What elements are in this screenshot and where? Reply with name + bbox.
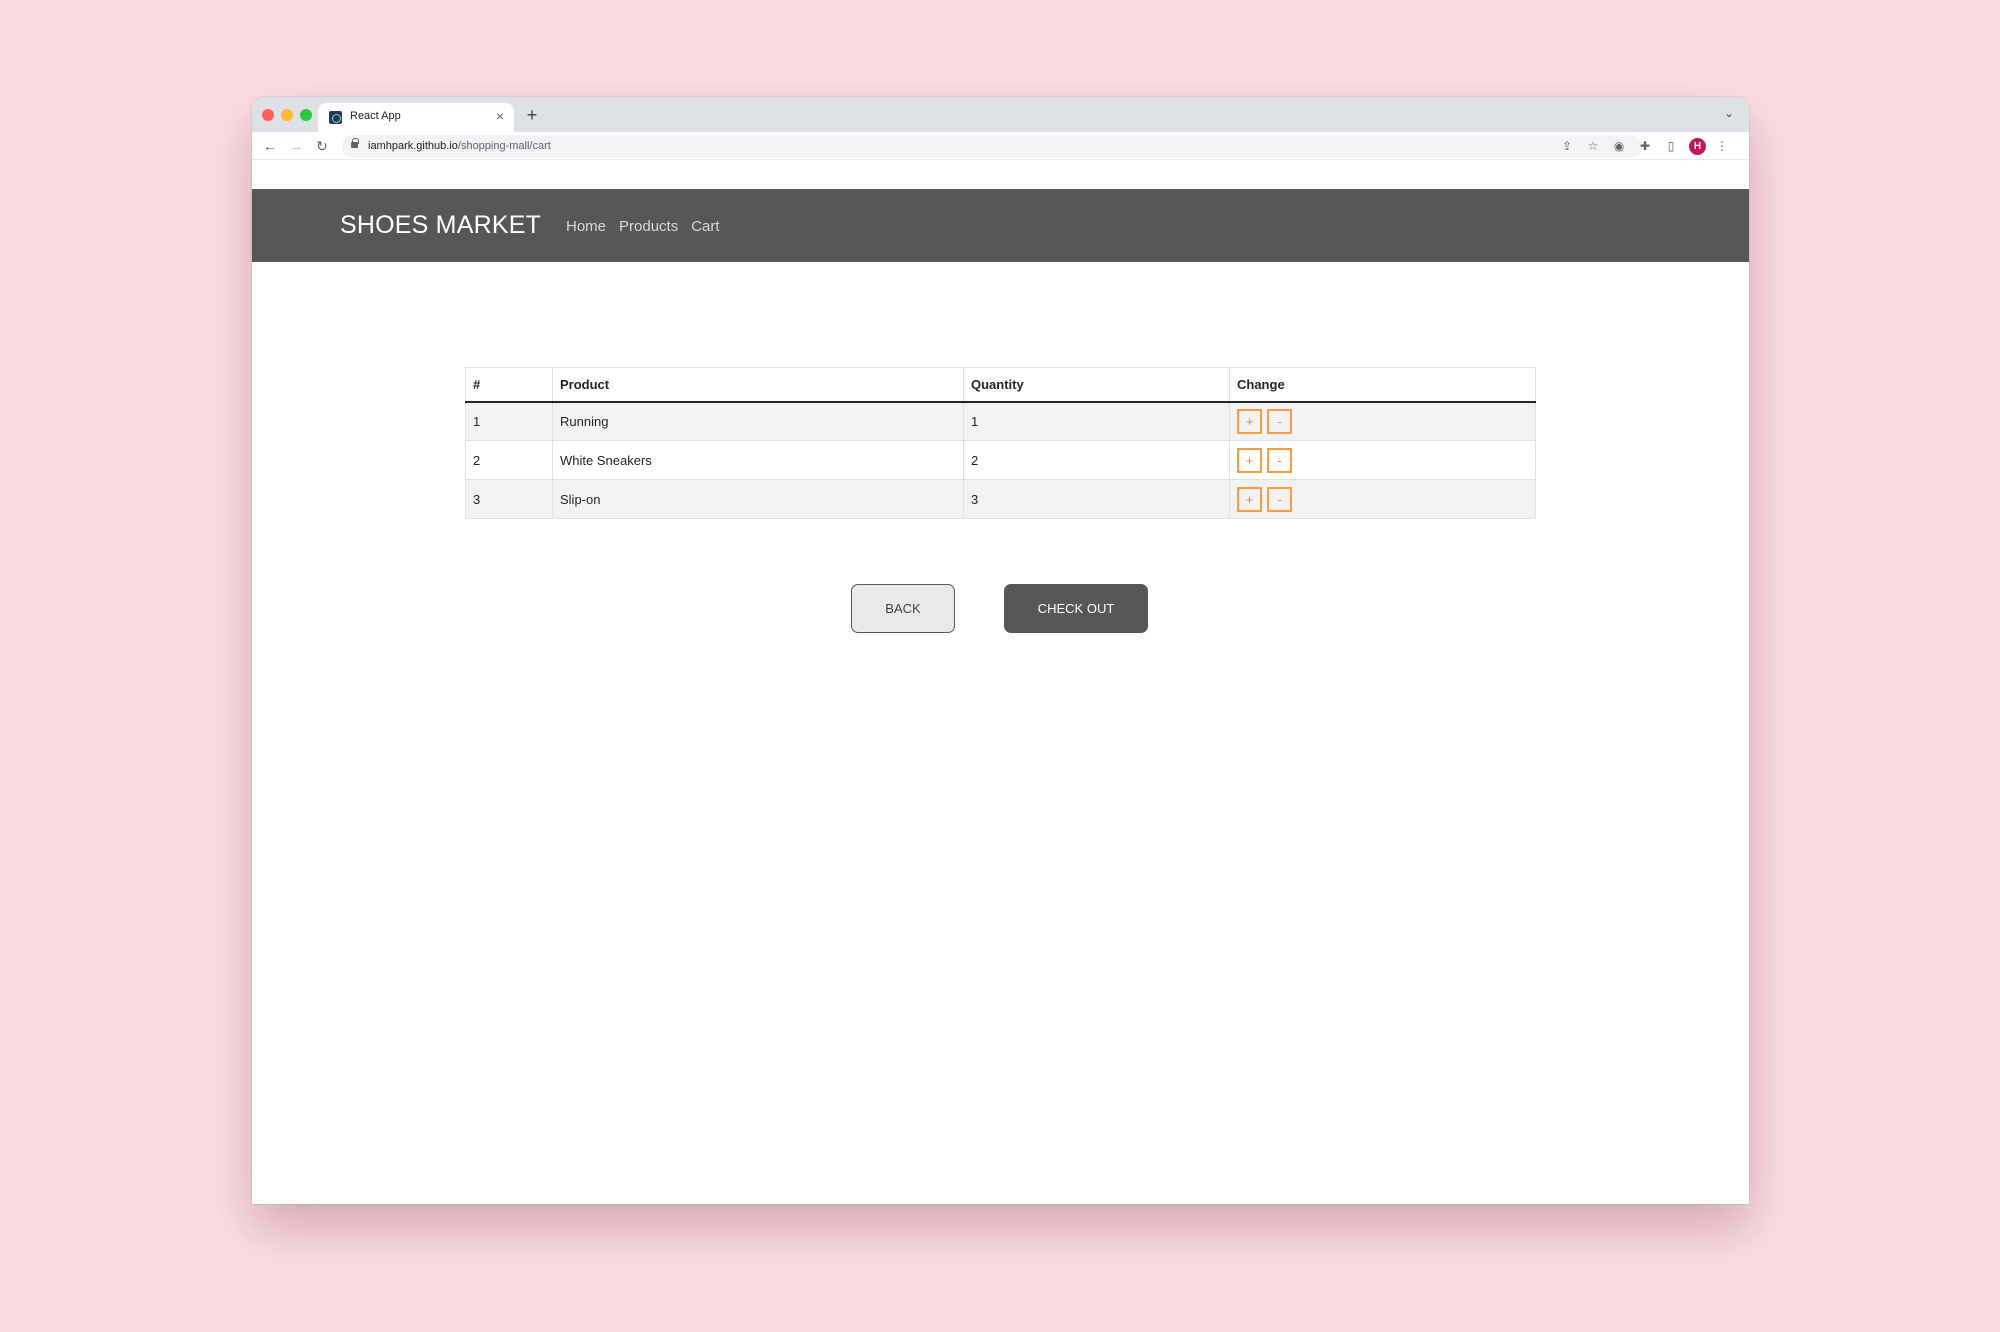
row-product: Running — [552, 401, 964, 441]
url-host: iamhpark.github.io — [368, 140, 458, 152]
extensions-puzzle-icon[interactable]: ✚ — [1636, 137, 1654, 155]
nav-link-home[interactable]: Home — [566, 218, 606, 235]
side-panel-icon[interactable]: ▯ — [1662, 137, 1680, 155]
nav-link-products[interactable]: Products — [619, 218, 678, 235]
back-arrow-icon[interactable]: ← — [260, 136, 280, 156]
react-favicon-icon — [329, 111, 342, 124]
cart-table: # Product Quantity Change 1 Running 1 + -… — [465, 367, 1536, 519]
row-quantity: 2 — [963, 440, 1230, 480]
minimize-window-button[interactable] — [281, 109, 293, 121]
browser-window: React App × + ⌄ ← → ↻ iamhpark.github.io… — [252, 97, 1749, 1204]
browser-menu-icon[interactable]: ⋮ — [1713, 137, 1731, 155]
tab-title: React App — [350, 110, 401, 122]
forward-arrow-icon[interactable]: → — [286, 136, 306, 156]
maximize-window-button[interactable] — [300, 109, 312, 121]
new-tab-icon[interactable]: + — [522, 105, 542, 125]
table-header-row: # Product Quantity Change — [465, 367, 1536, 403]
browser-toolbar: ← → ↻ iamhpark.github.io/shopping-mall/c… — [252, 132, 1749, 160]
row-product: White Sneakers — [552, 440, 964, 480]
bookmark-star-icon[interactable]: ☆ — [1584, 137, 1602, 155]
row-change: + - — [1229, 440, 1536, 480]
tab-react-app[interactable]: React App × — [318, 103, 514, 132]
tab-close-icon[interactable]: × — [492, 108, 508, 124]
nav-links: Home Products Cart — [566, 218, 720, 235]
row-change: + - — [1229, 479, 1536, 519]
checkout-button[interactable]: CHECK OUT — [1004, 584, 1148, 633]
header-product: Product — [552, 367, 964, 403]
row-number: 2 — [465, 440, 553, 480]
url-text[interactable]: iamhpark.github.io/shopping-mall/cart — [368, 140, 551, 152]
increase-quantity-button[interactable]: + — [1237, 408, 1262, 434]
header-number: # — [465, 367, 553, 403]
increase-quantity-button[interactable]: + — [1237, 447, 1262, 473]
share-icon[interactable]: ⇪ — [1558, 137, 1576, 155]
profile-avatar[interactable]: H — [1689, 138, 1706, 155]
lock-icon[interactable] — [351, 138, 359, 148]
row-number: 3 — [465, 479, 553, 519]
tab-search-chevron-icon[interactable]: ⌄ — [1721, 106, 1737, 122]
header-quantity: Quantity — [963, 367, 1230, 403]
nav-link-cart[interactable]: Cart — [691, 218, 719, 235]
extension-icon[interactable]: ◉ — [1610, 137, 1628, 155]
row-quantity: 1 — [963, 401, 1230, 441]
row-number: 1 — [465, 401, 553, 441]
tab-strip: React App × + ⌄ — [252, 97, 1749, 132]
row-change: + - — [1229, 401, 1536, 441]
close-window-button[interactable] — [262, 109, 274, 121]
increase-quantity-button[interactable]: + — [1237, 486, 1262, 512]
url-path: /shopping-mall/cart — [457, 140, 551, 152]
table-row: 1 Running 1 + - — [465, 401, 1536, 441]
address-bar[interactable]: iamhpark.github.io/shopping-mall/cart — [342, 135, 1642, 158]
row-product: Slip-on — [552, 479, 964, 519]
brand-logo[interactable]: SHOES MARKET — [340, 211, 541, 240]
decrease-quantity-button[interactable]: - — [1267, 447, 1292, 473]
table-row: 2 White Sneakers 2 + - — [465, 440, 1536, 480]
decrease-quantity-button[interactable]: - — [1267, 486, 1292, 512]
table-row: 3 Slip-on 3 + - — [465, 479, 1536, 519]
reload-icon[interactable]: ↻ — [312, 136, 332, 156]
site-navbar: SHOES MARKET Home Products Cart — [252, 189, 1749, 262]
decrease-quantity-button[interactable]: - — [1267, 408, 1292, 434]
back-button[interactable]: BACK — [851, 584, 955, 633]
row-quantity: 3 — [963, 479, 1230, 519]
header-change: Change — [1229, 367, 1536, 403]
